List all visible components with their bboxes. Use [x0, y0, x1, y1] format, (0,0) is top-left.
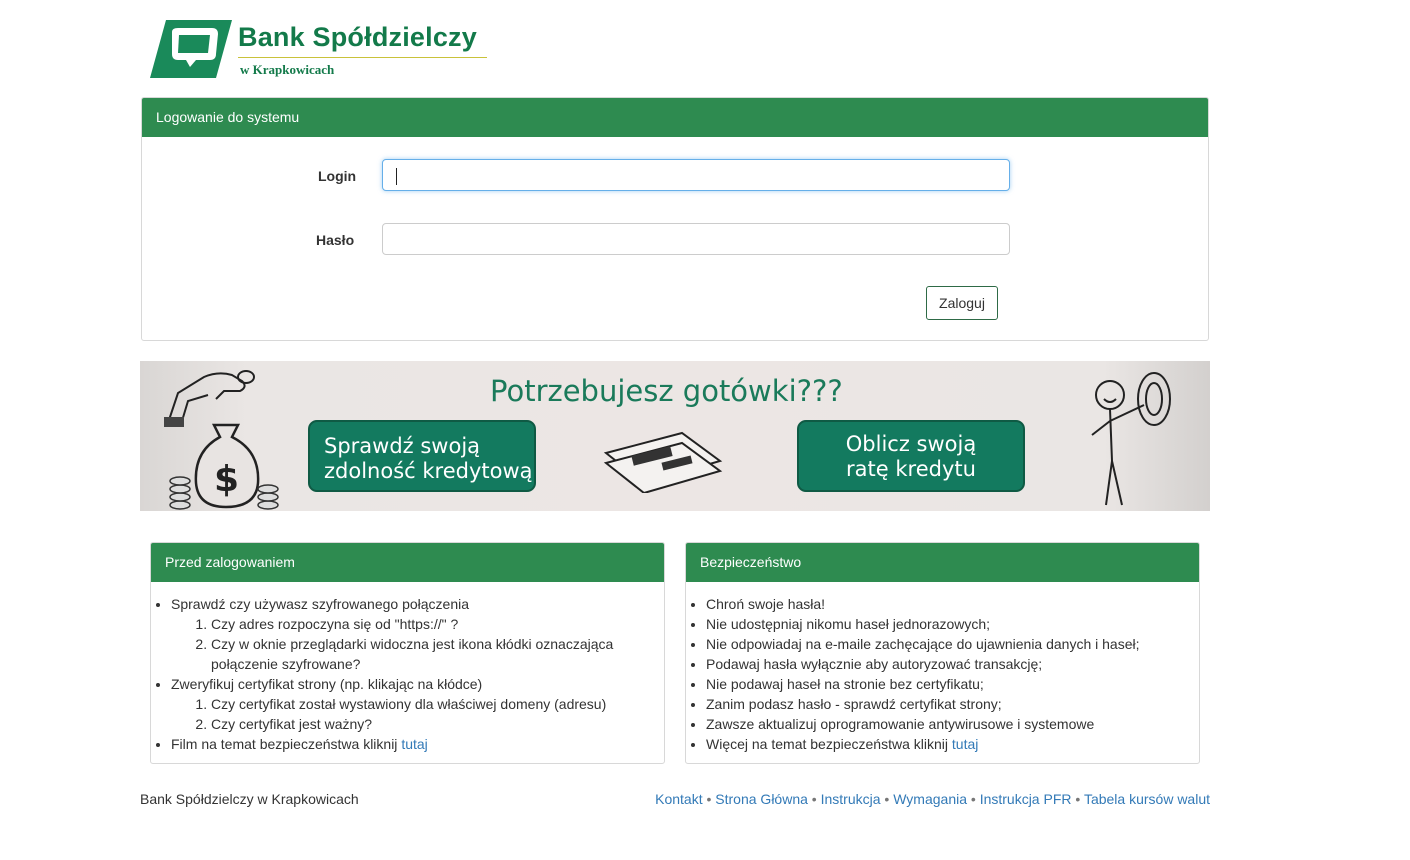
list-item: Nie odpowiadaj na e-maile zachęcające do… — [706, 634, 1199, 654]
bank-logo-icon — [150, 20, 232, 78]
login-label: Login — [318, 168, 357, 184]
security-video-link[interactable]: tutaj — [401, 736, 427, 752]
brand-subtitle: w Krapkowicach — [240, 62, 335, 77]
list-item: Czy certyfikat jest ważny? — [211, 714, 664, 734]
footer-link-requirements[interactable]: Wymagania — [893, 791, 967, 807]
loan-installment-line1: Oblicz swoją — [845, 432, 977, 456]
password-input[interactable] — [382, 223, 1010, 255]
brand-name: Bank Spółdzielczy — [238, 22, 477, 52]
footer-link-pfr-instructions[interactable]: Instrukcja PFR — [980, 791, 1072, 807]
list-item: Zanim podasz hasło - sprawdź certyfikat … — [706, 694, 1199, 714]
list-item: Podawaj hasła wyłącznie aby autoryzować … — [706, 654, 1199, 674]
list-item: Zawsze aktualizuj oprogramowanie antywir… — [706, 714, 1199, 734]
before-login-list: Sprawdź czy używasz szyfrowanego połącze… — [151, 594, 664, 754]
list-item: Czy certyfikat został wystawiony dla wła… — [211, 694, 664, 714]
loan-installment-button[interactable]: Oblicz swoją ratę kredytu — [797, 420, 1025, 492]
money-bag-icon: $ — [169, 423, 279, 510]
footer-separator: • — [811, 791, 817, 807]
footer-link-contact[interactable]: Kontakt — [655, 791, 702, 807]
password-label: Hasło — [316, 232, 355, 248]
svg-text:$: $ — [214, 459, 239, 500]
list-item: Nie udostępniaj nikomu haseł jednorazowy… — [706, 614, 1199, 634]
list-item: Sprawdź czy używasz szyfrowanego połącze… — [171, 594, 664, 674]
bank-logo[interactable]: Bank Spółdzielczy w Krapkowicach — [150, 20, 490, 80]
list-item: Czy adres rozpoczyna się od "https://" ? — [211, 614, 664, 634]
hand-coin-icon — [164, 370, 255, 427]
login-panel: Logowanie do systemu Login Hasło Zaloguj — [141, 97, 1209, 341]
list-item: Więcej na temat bezpieczeństwa kliknij t… — [706, 734, 1199, 754]
list-item-text: Sprawdź czy używasz szyfrowanego połącze… — [171, 596, 470, 612]
login-panel-title: Logowanie do systemu — [142, 98, 1208, 137]
list-item-text: Film na temat bezpieczeństwa kliknij — [171, 736, 398, 752]
before-login-title: Przed zalogowaniem — [151, 543, 664, 582]
footer-link-instructions[interactable]: Instrukcja — [821, 791, 881, 807]
credit-capacity-line2: zdolność kredytową — [324, 459, 533, 483]
loan-installment-line2: ratę kredytu — [846, 457, 976, 481]
login-button[interactable]: Zaloguj — [926, 286, 998, 320]
footer-bank-name: Bank Spółdzielczy w Krapkowicach — [140, 791, 359, 807]
footer-link-exchange-rates[interactable]: Tabela kursów walut — [1084, 791, 1210, 807]
footer-separator: • — [1075, 791, 1081, 807]
cash-stack-icon — [603, 431, 723, 493]
list-item-text: Więcej na temat bezpieczeństwa kliknij — [706, 736, 948, 752]
security-title: Bezpieczeństwo — [686, 543, 1199, 582]
security-panel: Bezpieczeństwo Chroń swoje hasła! Nie ud… — [685, 542, 1200, 764]
list-item: Chroń swoje hasła! — [706, 594, 1199, 614]
before-login-panel: Przed zalogowaniem Sprawdź czy używasz s… — [150, 542, 665, 764]
login-input[interactable] — [382, 159, 1010, 191]
list-item: Czy w oknie przeglądarki widoczna jest i… — [211, 634, 664, 674]
credit-capacity-line1: Sprawdź swoją — [324, 434, 481, 458]
list-item: Nie podawaj haseł na stronie bez certyfi… — [706, 674, 1199, 694]
security-list: Chroń swoje hasła! Nie udostępniaj nikom… — [686, 594, 1199, 754]
security-more-link[interactable]: tutaj — [952, 736, 978, 752]
list-item-text: Zweryfikuj certyfikat strony (np. klikaj… — [171, 676, 483, 692]
happy-man-icon — [1091, 372, 1171, 506]
footer-link-home[interactable]: Strona Główna — [715, 791, 808, 807]
footer-links: Kontakt • Strona Główna • Instrukcja • W… — [655, 791, 1210, 807]
credit-banner[interactable]: $ Potrzebujesz gotówki??? Sprawdź swoją … — [140, 361, 1210, 511]
list-item: Film na temat bezpieczeństwa kliknij tut… — [171, 734, 664, 754]
banner-title: Potrzebujesz gotówki??? — [490, 374, 843, 408]
credit-capacity-button[interactable]: Sprawdź swoją zdolność kredytową — [308, 420, 536, 492]
brand-divider — [238, 57, 487, 58]
footer-separator: • — [706, 791, 712, 807]
text-caret — [396, 168, 397, 185]
footer-separator: • — [970, 791, 976, 807]
footer-separator: • — [884, 791, 890, 807]
list-item: Zweryfikuj certyfikat strony (np. klikaj… — [171, 674, 664, 734]
